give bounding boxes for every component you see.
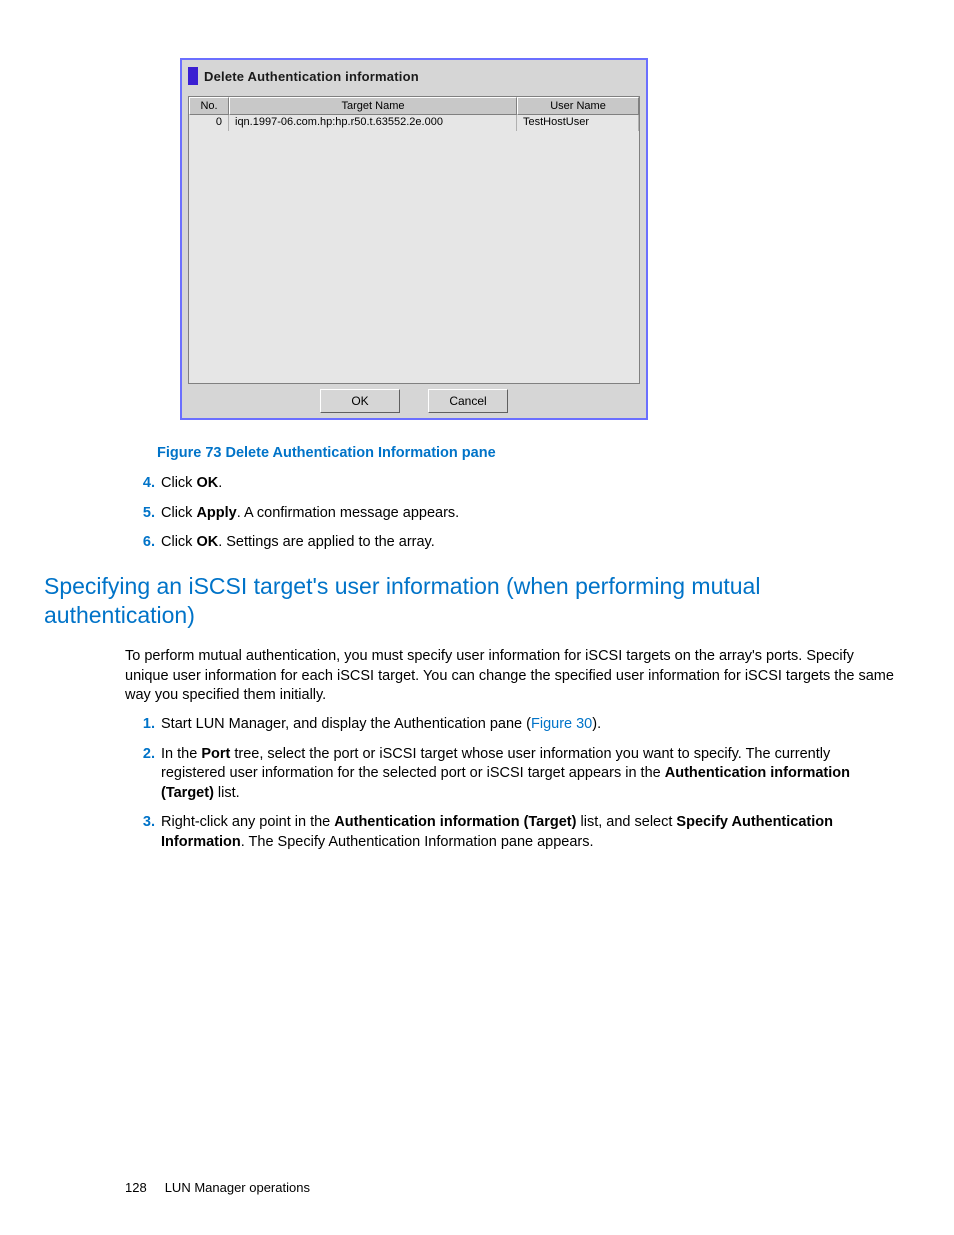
text: . [218, 475, 222, 491]
dialog-title: Delete Authentication information [204, 69, 419, 84]
cell-no: 0 [189, 115, 229, 131]
table-body: 0 iqn.1997-06.com.hp:hp.r50.t.63552.2e.0… [189, 115, 639, 383]
step-body: In the Port tree, select the port or iSC… [161, 745, 885, 804]
text: . The Specify Authentication Information… [241, 834, 594, 850]
table-row[interactable]: 0 iqn.1997-06.com.hp:hp.r50.t.63552.2e.0… [189, 115, 639, 131]
text: Click [161, 475, 196, 491]
col-header-target[interactable]: Target Name [229, 97, 517, 115]
step-number: 5. [125, 504, 161, 524]
text: . A confirmation message appears. [237, 505, 459, 521]
page-footer: 128 LUN Manager operations [125, 1180, 310, 1195]
bold-ok: OK [196, 475, 218, 491]
intro-paragraph: To perform mutual authentication, you mu… [125, 647, 895, 706]
text: Click [161, 534, 196, 550]
table-header-row: No. Target Name User Name [189, 97, 639, 115]
step-5: 5. Click Apply. A confirmation message a… [125, 504, 885, 524]
cancel-button[interactable]: Cancel [428, 389, 508, 413]
col-header-no[interactable]: No. [189, 97, 229, 115]
section-title: LUN Manager operations [165, 1180, 310, 1195]
dialog-table: No. Target Name User Name 0 iqn.1997-06.… [188, 96, 640, 384]
step-number: 1. [125, 715, 161, 735]
step-1: 1. Start LUN Manager, and display the Au… [125, 715, 885, 735]
page-number: 128 [125, 1180, 147, 1195]
cell-user: TestHostUser [517, 115, 639, 131]
dialog-titlebar: Delete Authentication information [182, 60, 646, 90]
dialog-button-row: OK Cancel [182, 384, 646, 418]
col-header-user[interactable]: User Name [517, 97, 639, 115]
step-number: 2. [125, 745, 161, 804]
text: In the [161, 746, 201, 762]
steps-list-b: 1. Start LUN Manager, and display the Au… [125, 715, 885, 862]
step-6: 6. Click OK. Settings are applied to the… [125, 533, 885, 553]
text: Start LUN Manager, and display the Authe… [161, 716, 531, 732]
bold-apply: Apply [196, 505, 236, 521]
bold-auth-info-target: Authentication information (Target) [334, 814, 576, 830]
step-body: Click OK. [161, 474, 885, 494]
bold-ok: OK [196, 534, 218, 550]
step-body: Click Apply. A confirmation message appe… [161, 504, 885, 524]
bold-port: Port [201, 746, 230, 762]
cell-target: iqn.1997-06.com.hp:hp.r50.t.63552.2e.000 [229, 115, 517, 131]
figure-30-link[interactable]: Figure 30 [531, 716, 592, 732]
figure-caption: Figure 73 Delete Authentication Informat… [157, 445, 496, 461]
step-body: Click OK. Settings are applied to the ar… [161, 533, 885, 553]
section-heading: Specifying an iSCSI target's user inform… [44, 572, 904, 630]
text: ). [592, 716, 601, 732]
title-accent-icon [188, 67, 198, 85]
ok-button[interactable]: OK [320, 389, 400, 413]
step-2: 2. In the Port tree, select the port or … [125, 745, 885, 804]
text: list, and select [576, 814, 676, 830]
step-number: 3. [125, 813, 161, 852]
steps-list-a: 4. Click OK. 5. Click Apply. A confirmat… [125, 474, 885, 563]
step-body: Start LUN Manager, and display the Authe… [161, 715, 885, 735]
step-body: Right-click any point in the Authenticat… [161, 813, 885, 852]
text: list. [214, 785, 240, 801]
text: Right-click any point in the [161, 814, 334, 830]
step-number: 4. [125, 474, 161, 494]
step-number: 6. [125, 533, 161, 553]
step-4: 4. Click OK. [125, 474, 885, 494]
step-3: 3. Right-click any point in the Authenti… [125, 813, 885, 852]
text: Click [161, 505, 196, 521]
delete-auth-dialog: Delete Authentication information No. Ta… [180, 58, 648, 420]
text: . Settings are applied to the array. [218, 534, 435, 550]
